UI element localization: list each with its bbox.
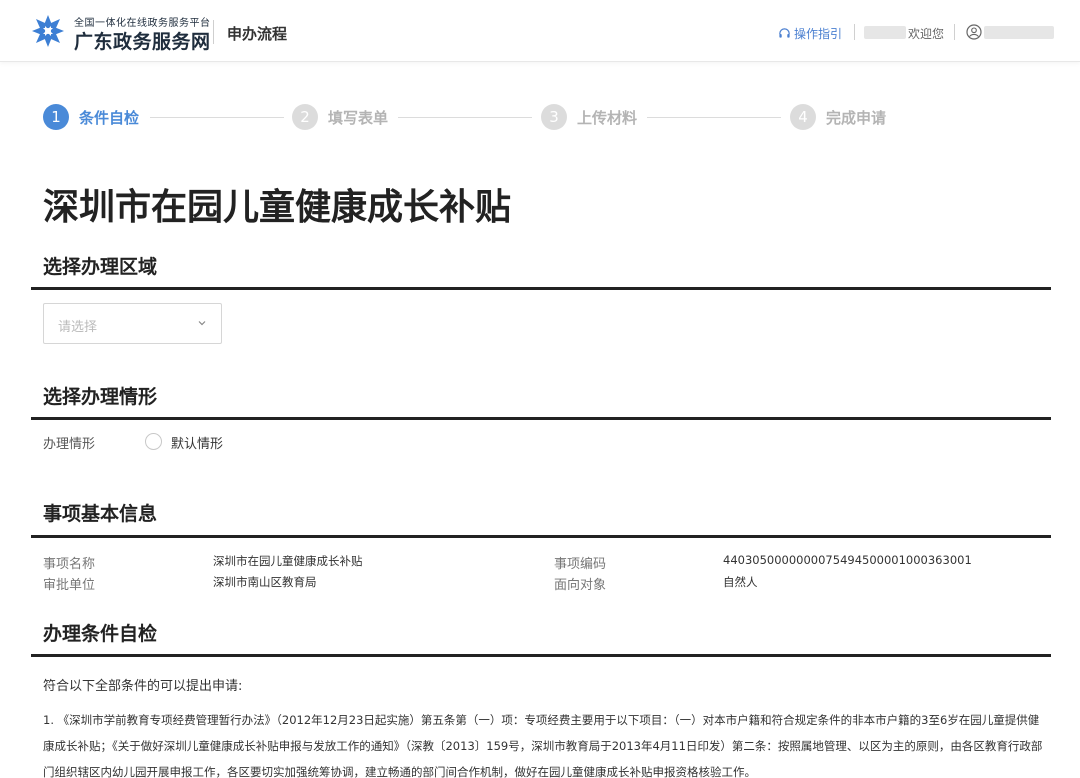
situation-label: 办理情形 [43,437,96,452]
approval-unit-label: 审批单位 [43,578,96,593]
step-connector [398,117,532,118]
masked-account [984,26,1054,39]
default-situation-radio[interactable] [145,433,162,450]
conditions-intro: 符合以下全部条件的可以提出申请: [43,679,243,694]
step-connector [647,117,781,118]
region-select-placeholder: 请选择 [58,320,98,335]
step-connector [150,117,284,118]
step-label: 填写表单 [328,108,389,127]
default-situation-label[interactable]: 默认情形 [171,433,223,452]
top-header: 全国一体化在线政务服务平台 广东政务服务网 申办流程 操作指引 欢迎您 [0,0,1080,62]
section-divider [31,417,1051,420]
step-3: 3 上传材料 [541,104,637,130]
welcome-text: 欢迎您 [908,27,945,41]
headset-icon [779,28,790,38]
item-name-label: 事项名称 [43,557,96,572]
header-separator [954,24,955,40]
step-number: 2 [292,104,318,130]
section-title-conditions: 办理条件自检 [43,623,158,645]
section-title-basic-info: 事项基本信息 [43,503,158,525]
section-divider [31,287,1051,290]
masked-username [864,26,906,39]
step-label: 上传材料 [577,108,638,127]
item-code-value: 440305000000007549450000100036300​1 [723,553,972,567]
step-1: 1 条件自检 [43,104,139,130]
chevron-down-icon [198,321,206,326]
section-title-situation: 选择办理情形 [43,386,158,408]
target-value: 自然人 [723,575,758,589]
step-4: 4 完成申请 [790,104,886,130]
header-separator [854,24,855,40]
section-divider [31,654,1051,657]
logo-title[interactable]: 广东政务服务网 [74,27,211,54]
page-title: 深圳市在园儿童健康成长补贴 [43,187,512,228]
header-section-title: 申办流程 [227,25,288,43]
user-icon[interactable] [966,24,982,40]
header-divider [213,20,214,44]
step-number: 4 [790,104,816,130]
step-label: 条件自检 [79,108,140,127]
logo-icon [32,15,64,47]
section-title-region: 选择办理区域 [43,256,158,278]
guide-link[interactable]: 操作指引 [778,25,842,42]
item-name-value: 深圳市在园儿童健康成长补贴 [213,554,363,568]
section-divider [31,535,1051,538]
approval-unit-value: 深圳市南山区教育局 [213,575,317,589]
item-code-label: 事项编码 [554,557,607,572]
step-number: 1 [43,104,69,130]
step-2: 2 填写表单 [292,104,388,130]
region-select[interactable]: 请选择 [43,303,222,344]
step-number: 3 [541,104,567,130]
target-label: 面向对象 [554,578,607,593]
condition-item-1: 1. 《深圳市学前教育专项经费管理暂行办法》（2012年12月23日起实施）第五… [43,713,1043,778]
step-label: 完成申请 [826,108,887,127]
guide-link-label: 操作指引 [794,27,843,41]
